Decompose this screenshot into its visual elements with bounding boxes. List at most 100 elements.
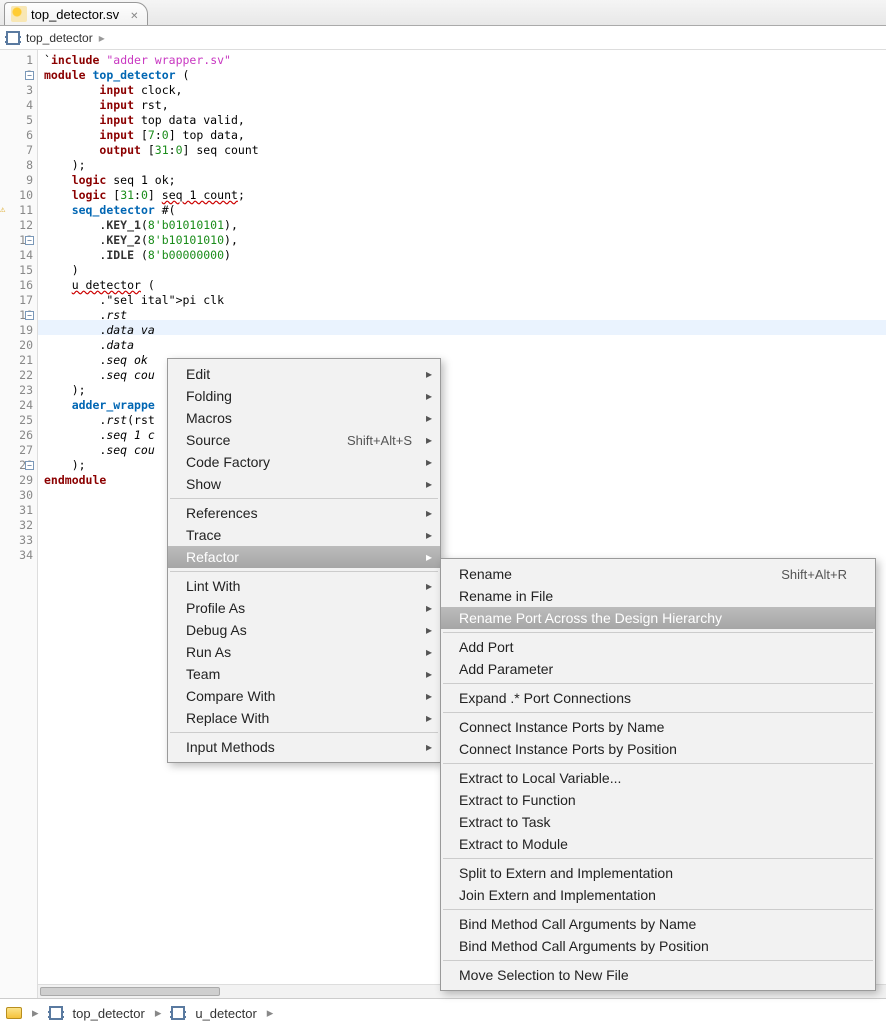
menu-item-label: Code Factory (186, 454, 270, 470)
menu-item-label: Edit (186, 366, 210, 382)
menu-item-label: Extract to Task (459, 814, 551, 830)
ctxmenu-item-profile-as[interactable]: Profile As (168, 597, 440, 619)
menu-item-label: Replace With (186, 710, 269, 726)
menu-item-label: Show (186, 476, 221, 492)
ctxmenu-item-code-factory[interactable]: Code Factory (168, 451, 440, 473)
menu-separator (443, 858, 873, 859)
ctxmenu-item-macros[interactable]: Macros (168, 407, 440, 429)
outline-module[interactable]: top_detector (26, 31, 93, 45)
menu-item-label: Refactor (186, 549, 239, 565)
menu-item-label: Add Port (459, 639, 513, 655)
ctxmenu-item-refactor[interactable]: Refactor (168, 546, 440, 568)
module-icon (6, 31, 20, 45)
ctxmenu-item-references[interactable]: References (168, 502, 440, 524)
refactor-item-move-selection-to-new-file[interactable]: Move Selection to New File (441, 964, 875, 986)
menu-item-label: Bind Method Call Arguments by Name (459, 916, 696, 932)
menu-item-label: Team (186, 666, 220, 682)
menu-item-label: Expand .* Port Connections (459, 690, 631, 706)
menu-item-label: Compare With (186, 688, 275, 704)
refactor-item-extract-to-function[interactable]: Extract to Function (441, 789, 875, 811)
menu-separator (443, 683, 873, 684)
ctxmenu-item-trace[interactable]: Trace (168, 524, 440, 546)
menu-item-label: Macros (186, 410, 232, 426)
menu-separator (170, 732, 438, 733)
refactor-item-bind-method-call-arguments-by-name[interactable]: Bind Method Call Arguments by Name (441, 913, 875, 935)
ctxmenu-item-team[interactable]: Team (168, 663, 440, 685)
refactor-item-expand-port-connections[interactable]: Expand .* Port Connections (441, 687, 875, 709)
chevron-right-icon: ▸ (32, 1005, 39, 1021)
menu-item-label: Split to Extern and Implementation (459, 865, 673, 881)
scrollbar-thumb[interactable] (40, 987, 220, 996)
refactor-item-connect-instance-ports-by-name[interactable]: Connect Instance Ports by Name (441, 716, 875, 738)
editor-tab[interactable]: top_detector.sv (4, 2, 148, 25)
menu-item-shortcut: Shift+Alt+S (347, 433, 412, 448)
menu-item-label: Lint With (186, 578, 240, 594)
gutter: 12−345678910111213−1415161718−1920212223… (0, 50, 38, 998)
chevron-right-icon: ▸ (99, 31, 105, 45)
design-root-icon (6, 1007, 22, 1019)
menu-separator (443, 632, 873, 633)
close-icon[interactable] (130, 7, 141, 18)
refactor-item-join-extern-and-implementation[interactable]: Join Extern and Implementation (441, 884, 875, 906)
menu-separator (170, 571, 438, 572)
menu-item-label: Connect Instance Ports by Position (459, 741, 677, 757)
ctxmenu-item-folding[interactable]: Folding (168, 385, 440, 407)
refactor-item-extract-to-module[interactable]: Extract to Module (441, 833, 875, 855)
sv-file-icon (11, 6, 27, 22)
menu-item-label: Folding (186, 388, 232, 404)
menu-item-label: Input Methods (186, 739, 275, 755)
menu-item-label: Extract to Local Variable... (459, 770, 621, 786)
breadcrumb: ▸ top_detector ▸ u_detector ▸ (0, 999, 886, 1027)
refactor-item-extract-to-local-variable[interactable]: Extract to Local Variable... (441, 767, 875, 789)
module-icon (49, 1006, 63, 1020)
menu-separator (443, 763, 873, 764)
refactor-item-connect-instance-ports-by-position[interactable]: Connect Instance Ports by Position (441, 738, 875, 760)
chevron-right-icon: ▸ (267, 1005, 274, 1021)
menu-item-label: Trace (186, 527, 221, 543)
refactor-item-rename[interactable]: RenameShift+Alt+R (441, 563, 875, 585)
ctxmenu-item-show[interactable]: Show (168, 473, 440, 495)
menu-item-label: Run As (186, 644, 231, 660)
refactor-item-rename-port-across-the-design-hierarchy[interactable]: Rename Port Across the Design Hierarchy (441, 607, 875, 629)
menu-item-label: Rename in File (459, 588, 553, 604)
refactor-submenu: RenameShift+Alt+R Rename in File Rename Po… (440, 558, 876, 991)
menu-item-label: Rename (459, 566, 512, 582)
menu-item-label: Connect Instance Ports by Name (459, 719, 664, 735)
context-menu: Edit Folding Macros Source Shift+Alt+S Code F… (167, 358, 441, 763)
tab-bar: top_detector.sv (0, 0, 886, 26)
menu-item-label: Join Extern and Implementation (459, 887, 656, 903)
refactor-item-add-port[interactable]: Add Port (441, 636, 875, 658)
menu-separator (170, 498, 438, 499)
ctxmenu-item-source[interactable]: Source Shift+Alt+S (168, 429, 440, 451)
menu-item-label: References (186, 505, 258, 521)
menu-item-label: Debug As (186, 622, 247, 638)
menu-item-label: Rename Port Across the Design Hierarchy (459, 610, 722, 626)
module-icon (171, 1006, 185, 1020)
menu-item-label: Add Parameter (459, 661, 553, 677)
refactor-item-rename-in-file[interactable]: Rename in File (441, 585, 875, 607)
refactor-item-bind-method-call-arguments-by-position[interactable]: Bind Method Call Arguments by Position (441, 935, 875, 957)
refactor-item-extract-to-task[interactable]: Extract to Task (441, 811, 875, 833)
menu-item-label: Profile As (186, 600, 245, 616)
menu-separator (443, 909, 873, 910)
ctxmenu-item-edit[interactable]: Edit (168, 363, 440, 385)
refactor-item-add-parameter[interactable]: Add Parameter (441, 658, 875, 680)
menu-item-label: Extract to Function (459, 792, 576, 808)
outline-bar: top_detector ▸ (0, 26, 886, 50)
ctxmenu-item-input-methods[interactable]: Input Methods (168, 736, 440, 758)
menu-separator (443, 960, 873, 961)
ctxmenu-item-replace-with[interactable]: Replace With (168, 707, 440, 729)
ctxmenu-item-debug-as[interactable]: Debug As (168, 619, 440, 641)
menu-item-label: Source (186, 432, 230, 448)
menu-item-label: Bind Method Call Arguments by Position (459, 938, 709, 954)
menu-separator (443, 712, 873, 713)
ctxmenu-item-run-as[interactable]: Run As (168, 641, 440, 663)
refactor-item-split-to-extern-and-implementation[interactable]: Split to Extern and Implementation (441, 862, 875, 884)
ctxmenu-item-compare-with[interactable]: Compare With (168, 685, 440, 707)
ctxmenu-item-lint-with[interactable]: Lint With (168, 575, 440, 597)
tab-filename: top_detector.sv (31, 7, 119, 22)
chevron-right-icon: ▸ (155, 1005, 162, 1021)
breadcrumb-instance[interactable]: u_detector (195, 1006, 256, 1021)
breadcrumb-module[interactable]: top_detector (73, 1006, 145, 1021)
menu-item-label: Move Selection to New File (459, 967, 629, 983)
